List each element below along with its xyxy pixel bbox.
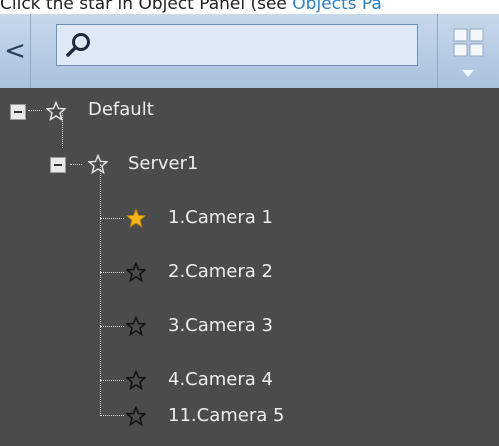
layout-view-button[interactable] — [437, 14, 499, 88]
tree-connector — [70, 164, 82, 165]
chevron-left-icon: < — [4, 36, 26, 66]
search-icon — [66, 33, 90, 57]
tree-node-camera[interactable]: 2.Camera 2 — [168, 262, 273, 282]
tree-connector — [100, 272, 124, 273]
tree-node-camera[interactable]: 4.Camera 4 — [168, 370, 273, 390]
favorite-star-icon[interactable] — [126, 370, 146, 390]
favorite-star-icon[interactable] — [46, 101, 66, 121]
tree-connector — [28, 110, 42, 111]
objects-panel-link[interactable]: Objects Pa — [292, 0, 382, 14]
favorite-star-filled-icon[interactable] — [126, 208, 146, 228]
search-box[interactable] — [56, 24, 418, 66]
caption-text: Click the star in Object Panel (see — [0, 0, 293, 14]
favorite-star-icon[interactable] — [88, 154, 108, 174]
object-panel-toolbar: < — [0, 14, 499, 89]
favorite-star-icon[interactable] — [126, 316, 146, 336]
grid-layout-icon — [453, 28, 484, 57]
tree-node-server1[interactable]: Server1 — [128, 154, 198, 174]
tree-connector — [100, 415, 124, 416]
tree-connector — [100, 218, 124, 219]
collapse-toggle-default[interactable] — [10, 104, 26, 120]
tree-node-camera[interactable]: 3.Camera 3 — [168, 316, 273, 336]
collapse-toggle-server1[interactable] — [50, 157, 66, 173]
tree-connector — [100, 380, 124, 381]
collapse-panel-button[interactable]: < — [0, 14, 31, 88]
tree-node-default[interactable]: Default — [88, 100, 154, 120]
instruction-caption: Click the star in Object Panel (see Obje… — [0, 0, 499, 14]
favorite-star-icon[interactable] — [126, 406, 146, 426]
tree-connector — [100, 164, 101, 416]
object-tree: Default Server1 1.Camera 1 2.Camera 2 3.… — [0, 88, 499, 446]
search-input[interactable] — [101, 31, 411, 59]
caret-down-icon — [462, 70, 474, 77]
tree-node-camera[interactable]: 11.Camera 5 — [168, 406, 284, 426]
tree-connector — [100, 326, 124, 327]
tree-node-camera[interactable]: 1.Camera 1 — [168, 208, 273, 228]
favorite-star-icon[interactable] — [126, 262, 146, 282]
